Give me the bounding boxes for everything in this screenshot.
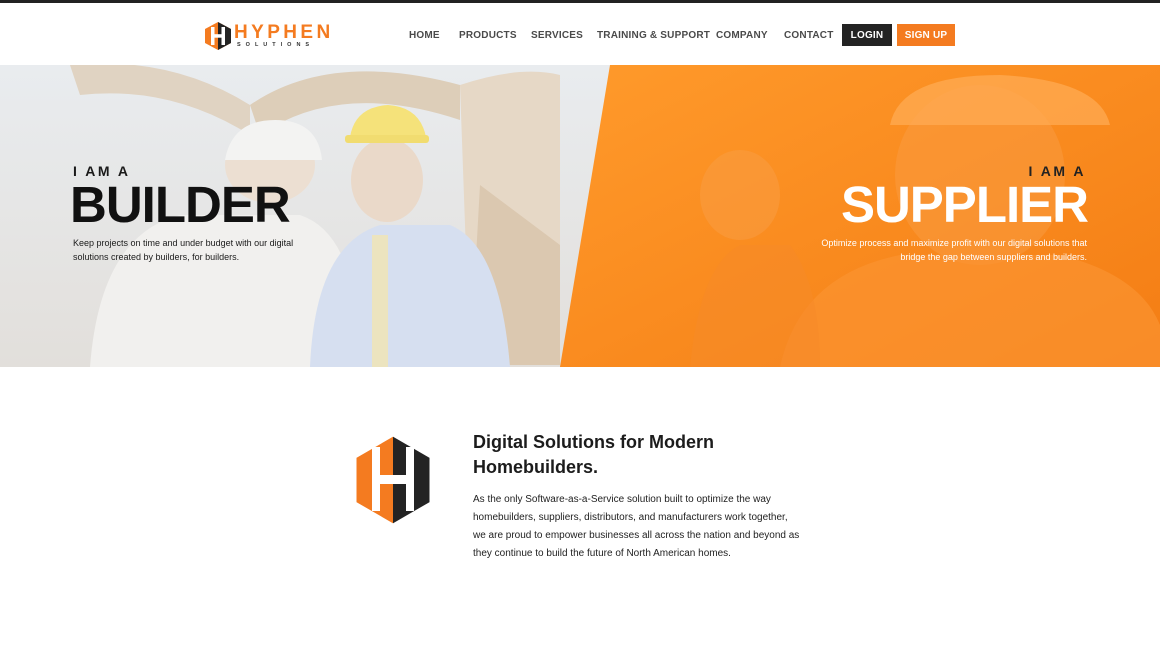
about-heading: Digital Solutions for Modern Homebuilder… xyxy=(473,432,714,477)
hero-banner: I AM A BUILDER Keep projects on time and… xyxy=(0,65,1160,367)
logo-wordmark: HYPHEN xyxy=(234,22,334,43)
nav-products[interactable]: PRODUCTS xyxy=(459,30,517,41)
supplier-description: Optimize process and maximize profit wit… xyxy=(821,238,1087,262)
builder-description: Keep projects on time and under budget w… xyxy=(73,238,294,262)
nav-home[interactable]: HOME xyxy=(409,30,440,41)
login-button[interactable]: LOGIN xyxy=(842,24,892,46)
nav-training-support[interactable]: TRAINING & SUPPORT xyxy=(597,30,710,41)
nav-contact[interactable]: CONTACT xyxy=(784,30,834,41)
hexagon-logo-icon xyxy=(205,22,231,50)
builder-title[interactable]: BUILDER xyxy=(70,177,291,233)
nav-services[interactable]: SERVICES xyxy=(531,30,583,41)
hyphen-logo[interactable]: HYPHEN SOLUTIONS xyxy=(203,20,330,54)
about-body-text: As the only Software-as-a-Service soluti… xyxy=(473,494,800,559)
site-header: HYPHEN SOLUTIONS HOME PRODUCTS SERVICES … xyxy=(0,3,1160,65)
signup-button[interactable]: SIGN UP xyxy=(897,24,955,46)
supplier-title[interactable]: SUPPLIER xyxy=(841,177,1089,233)
nav-company[interactable]: COMPANY xyxy=(716,30,768,41)
logo-tagline: SOLUTIONS xyxy=(237,42,315,48)
hexagon-h-logo-icon xyxy=(353,433,433,527)
